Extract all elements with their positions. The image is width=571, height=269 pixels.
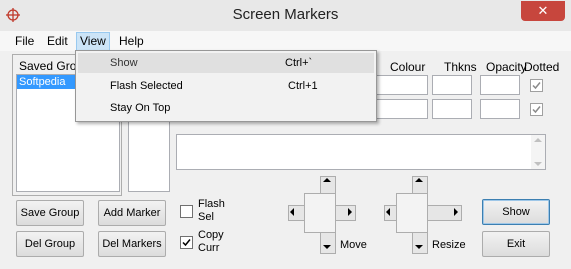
- close-button[interactable]: ✕: [521, 1, 565, 21]
- menu-item-flash-selected[interactable]: Flash Selected: [110, 80, 183, 92]
- notes-textarea[interactable]: [176, 134, 546, 170]
- menu-view[interactable]: View: [76, 32, 110, 51]
- dotted-checkbox-1[interactable]: [530, 79, 543, 92]
- saved-groups-label: Saved Grou: [19, 59, 84, 73]
- resize-down-icon[interactable]: [415, 245, 423, 249]
- menu-item-stay-on-top[interactable]: Stay On Top: [110, 102, 170, 114]
- resize-left-icon[interactable]: [386, 208, 390, 216]
- list-item[interactable]: Softpedia: [17, 75, 81, 89]
- resize-right-icon[interactable]: [454, 208, 458, 216]
- add-marker-button[interactable]: Add Marker: [98, 200, 166, 226]
- colour-field-2[interactable]: [372, 99, 428, 119]
- title-bar: Screen Markers ✕: [0, 0, 571, 32]
- move-left-icon[interactable]: [290, 208, 294, 216]
- notes-scrollbar[interactable]: [531, 135, 545, 169]
- checkmark-icon: [182, 239, 191, 247]
- resize-up-icon[interactable]: [415, 178, 423, 182]
- flash-sel-label: Flash Sel: [198, 198, 225, 223]
- menu-shortcut-flash-selected: Ctrl+1: [288, 80, 318, 92]
- move-right-icon[interactable]: [348, 208, 352, 216]
- menu-edit[interactable]: Edit: [44, 33, 71, 50]
- show-button[interactable]: Show: [482, 199, 550, 225]
- checkmark-icon: [532, 106, 541, 114]
- colour-header: Colour: [390, 60, 426, 74]
- del-markers-button[interactable]: Del Markers: [98, 231, 166, 257]
- move-down-icon[interactable]: [323, 245, 331, 249]
- del-group-button[interactable]: Del Group: [16, 231, 84, 257]
- window-title: Screen Markers: [232, 6, 339, 23]
- opacity-field-1[interactable]: [480, 75, 520, 95]
- menu-shortcut-show: Ctrl+`: [285, 57, 313, 69]
- thkns-header: Thkns: [444, 60, 477, 74]
- scroll-down-icon: [534, 162, 542, 166]
- scroll-up-icon: [534, 138, 542, 142]
- copy-curr-checkbox[interactable]: [180, 236, 193, 249]
- close-icon: ✕: [537, 3, 549, 18]
- copy-curr-label: Copy Curr: [198, 229, 224, 254]
- checkmark-icon: [532, 82, 541, 90]
- opacity-field-2[interactable]: [480, 99, 520, 119]
- move-center[interactable]: [304, 193, 336, 233]
- thkns-field-2[interactable]: [432, 99, 472, 119]
- menu-bar: File Edit View Help: [0, 31, 571, 51]
- menu-file[interactable]: File: [12, 33, 37, 50]
- menu-help[interactable]: Help: [116, 33, 147, 50]
- save-group-button[interactable]: Save Group: [16, 200, 84, 226]
- dotted-header: Dotted: [524, 60, 560, 74]
- colour-field-1[interactable]: [372, 75, 428, 95]
- resize-label: Resize: [432, 239, 466, 251]
- thkns-field-1[interactable]: [432, 75, 472, 95]
- flash-sel-checkbox[interactable]: [180, 205, 193, 218]
- exit-button[interactable]: Exit: [482, 231, 550, 257]
- opacity-header: Opacity: [486, 60, 527, 74]
- resize-center[interactable]: [396, 193, 428, 233]
- menu-item-show[interactable]: Show: [110, 57, 138, 69]
- dotted-checkbox-2[interactable]: [530, 103, 543, 116]
- view-menu-dropdown: Show Ctrl+` Flash Selected Ctrl+1 Stay O…: [75, 50, 377, 122]
- move-up-icon[interactable]: [323, 178, 331, 182]
- move-label: Move: [340, 239, 367, 251]
